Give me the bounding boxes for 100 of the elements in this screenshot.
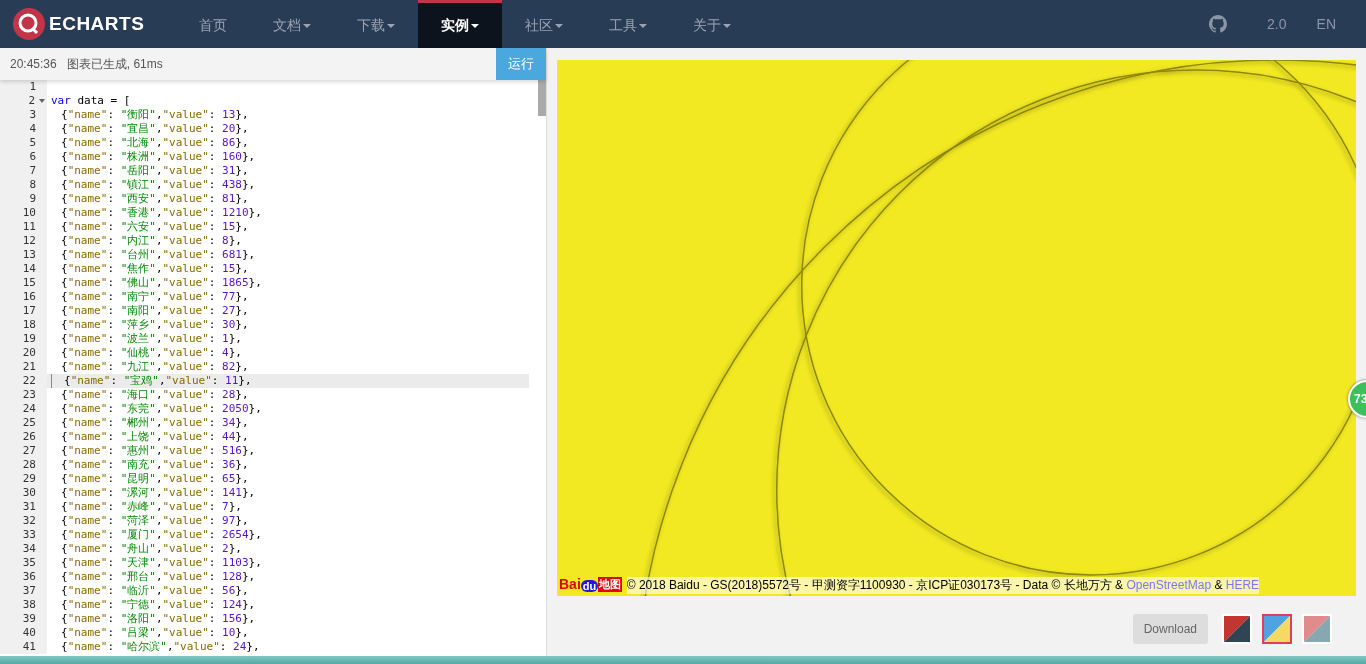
- line-number: 7: [29, 164, 37, 178]
- line-number: 25: [22, 416, 37, 430]
- code-editor[interactable]: [0, 80, 546, 656]
- fold-arrow-icon[interactable]: [39, 99, 45, 103]
- code-line: {"name": "吕梁","value": 10},: [60, 626, 249, 640]
- code-line: {"name": "萍乡","value": 30},: [60, 318, 249, 332]
- code-line: {"name": "宁德","value": 124},: [60, 598, 256, 612]
- code-line: {"name": "邢台","value": 128},: [60, 570, 256, 584]
- nav-tab[interactable]: 首页: [176, 0, 250, 48]
- line-number: 10: [22, 206, 37, 220]
- code-line: {"name": "洛阳","value": 156},: [60, 612, 256, 626]
- code-line: var data = [: [51, 94, 131, 108]
- line-number: 3: [29, 108, 37, 122]
- code-line: {"name": "舟山","value": 2},: [60, 542, 242, 556]
- attribution-link[interactable]: OpenStreetMap: [1126, 578, 1212, 592]
- line-number: 41: [22, 640, 37, 654]
- line-number: 2: [28, 94, 36, 108]
- line-number: 12: [22, 234, 37, 248]
- code-line: {"name": "东莞","value": 2050},: [60, 402, 262, 416]
- code-line: {"name": "宝鸡","value": 11},: [63, 374, 252, 388]
- line-number: 1: [29, 80, 37, 94]
- caret-icon: [471, 23, 479, 28]
- map-attribution: © 2018 Baidu - GS(2018)5572号 - 甲测资字1100930 - 京ICP证030173号 - Data © 长地万方 & OpenStreetMap & HERE: [626, 577, 1260, 594]
- code-line: {"name": "六安","value": 15},: [60, 220, 249, 234]
- line-number: 29: [22, 472, 37, 486]
- caret-icon: [555, 23, 563, 28]
- line-number: 5: [29, 136, 37, 150]
- line-number: 27: [22, 444, 37, 458]
- attribution-link[interactable]: HERE: [1225, 578, 1260, 592]
- nav-tab[interactable]: 社区: [502, 0, 586, 48]
- code-line: {"name": "北海","value": 86},: [60, 136, 249, 150]
- line-number: 9: [29, 192, 37, 206]
- caret-icon: [387, 23, 395, 28]
- code-line: {"name": "波兰","value": 1},: [60, 332, 242, 346]
- scrollbar-thumb[interactable]: [538, 80, 546, 116]
- code-line: {"name": "惠州","value": 516},: [60, 444, 256, 458]
- caret-icon: [723, 23, 731, 28]
- line-number: 38: [22, 598, 37, 612]
- line-number: 39: [22, 612, 37, 626]
- line-number: 21: [22, 360, 37, 374]
- caret-icon: [303, 23, 311, 28]
- code-line: {"name": "厦门","value": 2654},: [60, 528, 262, 542]
- code-line: {"name": "临沂","value": 56},: [60, 584, 249, 598]
- code-line: {"name": "九江","value": 82},: [60, 360, 249, 374]
- code-line: {"name": "仙桃","value": 4},: [60, 346, 242, 360]
- code-line: {"name": "上饶","value": 44},: [60, 430, 249, 444]
- line-number: 37: [22, 584, 37, 598]
- code-line: {"name": "宜昌","value": 20},: [60, 122, 249, 136]
- status-message: 图表已生成, 61ms: [66, 55, 163, 73]
- code-line: {"name": "衡阳","value": 13},: [60, 108, 249, 122]
- code-line: {"name": "郴州","value": 34},: [60, 416, 249, 430]
- code-line: {"name": "镇江","value": 438},: [60, 178, 256, 192]
- line-number: 40: [22, 626, 37, 640]
- code-line: {"name": "赤峰","value": 7},: [60, 500, 242, 514]
- line-number: 16: [22, 290, 37, 304]
- nav-tab[interactable]: 文档: [250, 0, 334, 48]
- nav-tab[interactable]: 实例: [418, 0, 502, 48]
- status-time: 20:45:36: [10, 57, 57, 71]
- code-line: {"name": "岳阳","value": 31},: [60, 164, 249, 178]
- code-line: {"name": "漯河","value": 141},: [60, 486, 256, 500]
- run-button[interactable]: 运行: [496, 48, 546, 80]
- code-line: {"name": "海口","value": 28},: [60, 388, 249, 402]
- github-icon[interactable]: [1209, 15, 1228, 33]
- nav-tab[interactable]: 工具: [586, 0, 670, 48]
- line-number: 31: [22, 500, 37, 514]
- line-number: 24: [22, 402, 37, 416]
- line-number: 11: [22, 220, 37, 234]
- map-logo: Bai du 地图: [559, 576, 623, 592]
- line-number: 35: [22, 556, 37, 570]
- line-number: 17: [22, 304, 37, 318]
- logo-text: ECHARTS: [49, 13, 145, 35]
- line-number: 28: [22, 458, 37, 472]
- code-line: {"name": "株洲","value": 160},: [60, 150, 256, 164]
- code-line: {"name": "哈尔滨","value": 24},: [60, 640, 260, 654]
- code-line: {"name": "焦作","value": 15},: [60, 262, 249, 276]
- line-number: 4: [29, 122, 37, 136]
- caret-icon: [639, 23, 647, 28]
- code-line: {"name": "内江","value": 8},: [60, 234, 242, 248]
- line-number: 15: [22, 276, 37, 290]
- line-number: 36: [22, 570, 37, 584]
- line-number: 20: [22, 346, 37, 360]
- line-number: 23: [22, 388, 37, 402]
- line-number: 14: [22, 262, 37, 276]
- theme-swatch[interactable]: [1262, 614, 1292, 644]
- line-number: 22: [22, 374, 37, 388]
- code-line: {"name": "菏泽","value": 97},: [60, 514, 249, 528]
- download-button[interactable]: Download: [1132, 614, 1208, 644]
- language-link[interactable]: EN: [1316, 16, 1336, 32]
- nav-tab[interactable]: 下载: [334, 0, 418, 48]
- line-number: 6: [29, 150, 37, 164]
- nav-tab[interactable]: 关于: [670, 0, 754, 48]
- version-link[interactable]: 2.0: [1267, 16, 1287, 32]
- line-number: 34: [22, 542, 37, 556]
- line-number: 13: [22, 248, 37, 262]
- code-line: {"name": "西安","value": 81},: [60, 192, 249, 206]
- code-line: {"name": "昆明","value": 65},: [60, 472, 249, 486]
- line-number: 18: [22, 318, 37, 332]
- code-line: {"name": "台州","value": 681},: [60, 248, 256, 262]
- logo-icon: [13, 8, 45, 40]
- code-line: {"name": "天津","value": 1103},: [60, 556, 262, 570]
